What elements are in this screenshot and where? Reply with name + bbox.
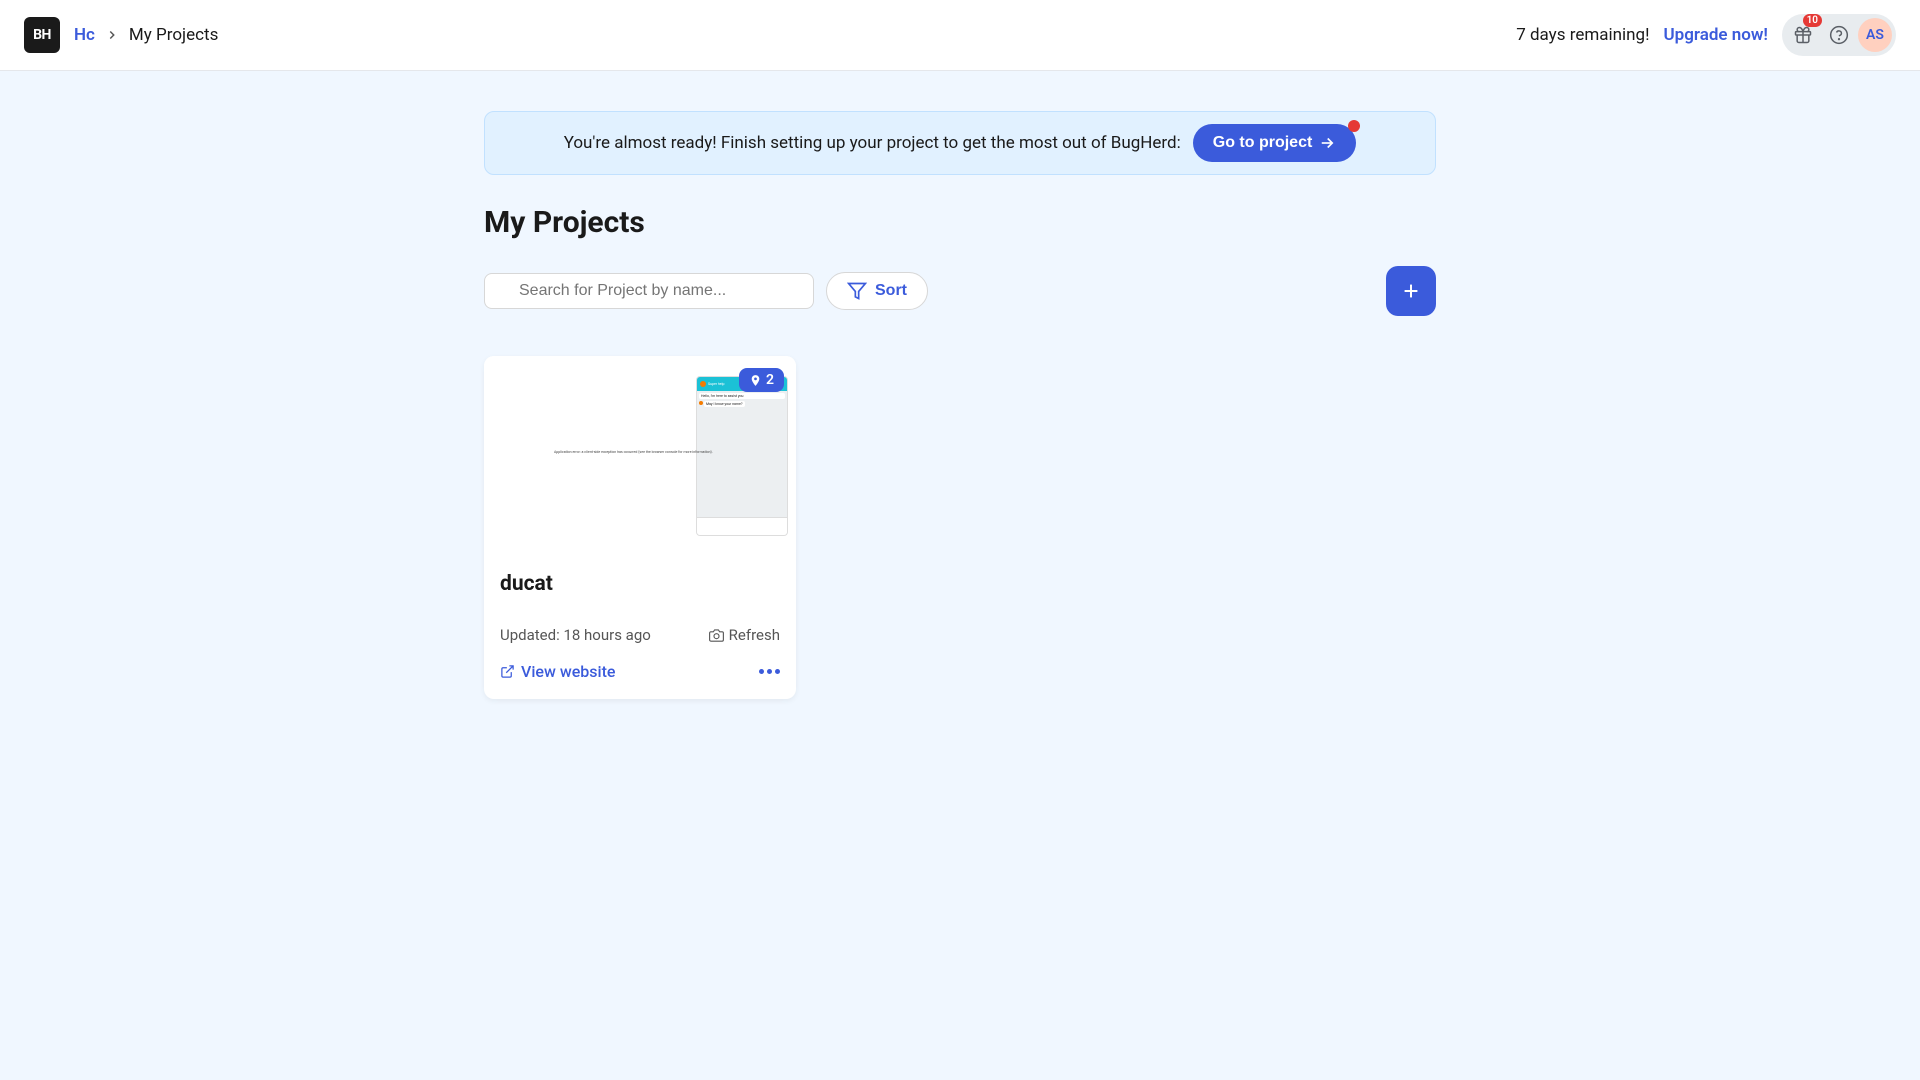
project-meta: Updated: 18 hours ago Refresh (500, 626, 780, 644)
gift-icon (1793, 25, 1813, 45)
go-to-project-button[interactable]: Go to project (1193, 124, 1357, 162)
toolbar-left: Sort (484, 272, 928, 310)
project-card-body: ducat Updated: 18 hours ago Refresh View… (484, 556, 796, 699)
pin-count: 2 (766, 372, 774, 388)
page-title: My Projects (484, 205, 1436, 240)
header-icon-group: 10 AS (1782, 14, 1896, 56)
header-right: 7 days remaining! Upgrade now! 10 AS (1516, 14, 1896, 56)
search-wrapper (484, 273, 814, 309)
filter-icon (847, 281, 867, 301)
breadcrumb-root-link[interactable]: Hc (74, 25, 95, 45)
project-actions: View website (500, 662, 780, 681)
add-project-button[interactable] (1386, 266, 1436, 316)
toolbar: Sort (484, 266, 1436, 316)
camera-icon (709, 628, 724, 643)
preview-error-text: Application error: a client-side excepti… (554, 450, 713, 454)
project-more-button[interactable] (759, 669, 780, 674)
view-website-link[interactable]: View website (500, 662, 615, 681)
app-header: BH Hc My Projects 7 days remaining! Upgr… (0, 0, 1920, 71)
help-icon (1829, 25, 1849, 45)
app-logo[interactable]: BH (24, 17, 60, 53)
trial-remaining-text: 7 days remaining! (1516, 25, 1649, 45)
project-name: ducat (500, 572, 780, 596)
gift-button[interactable]: 10 (1786, 18, 1820, 52)
sort-button[interactable]: Sort (826, 272, 928, 310)
preview-chat-widget: Super help Hello, I'm here to assist you… (696, 376, 788, 536)
header-left: BH Hc My Projects (24, 17, 218, 53)
sort-label: Sort (875, 282, 907, 300)
project-search-input[interactable] (484, 273, 814, 309)
pin-count-badge: 2 (739, 368, 784, 392)
refresh-button[interactable]: Refresh (709, 626, 780, 644)
project-updated-text: Updated: 18 hours ago (500, 626, 651, 644)
plus-icon (1400, 280, 1422, 302)
setup-banner-text: You're almost ready! Finish setting up y… (564, 133, 1181, 153)
main-container: You're almost ready! Finish setting up y… (460, 71, 1460, 739)
project-preview: 2 Application error: a client-side excep… (484, 356, 796, 556)
breadcrumb: Hc My Projects (74, 25, 218, 45)
help-button[interactable] (1822, 18, 1856, 52)
project-card[interactable]: 2 Application error: a client-side excep… (484, 356, 796, 699)
user-avatar[interactable]: AS (1858, 18, 1892, 52)
setup-banner: You're almost ready! Finish setting up y… (484, 111, 1436, 175)
breadcrumb-current: My Projects (129, 25, 218, 45)
external-link-icon (500, 664, 515, 679)
pin-icon (749, 374, 762, 387)
go-to-project-label: Go to project (1213, 134, 1313, 152)
gift-notification-badge: 10 (1803, 14, 1822, 27)
view-website-label: View website (521, 662, 615, 681)
arrow-right-icon (1318, 134, 1336, 152)
chevron-right-icon (105, 28, 119, 42)
upgrade-link[interactable]: Upgrade now! (1663, 25, 1768, 45)
banner-notification-dot (1348, 120, 1360, 132)
refresh-label: Refresh (729, 626, 780, 644)
